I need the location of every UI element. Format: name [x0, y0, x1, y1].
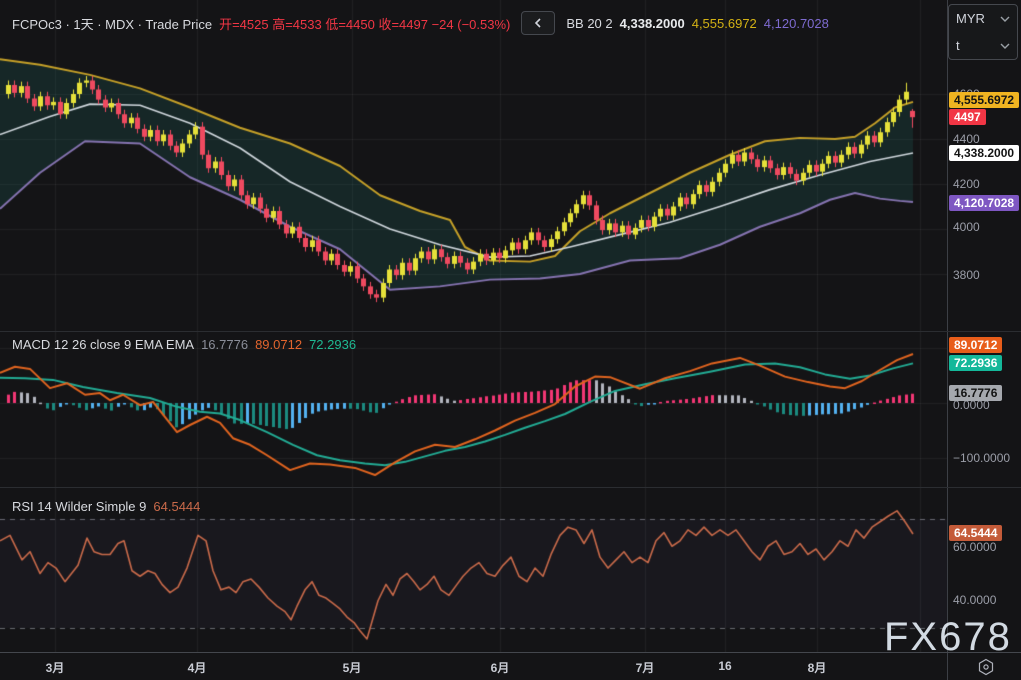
- price-scale[interactable]: 460044004200400038000.0000−100.000060.00…: [948, 0, 1021, 652]
- macd-legend-row: MACD 12 26 close 9 EMA EMA 16.7776 89.07…: [12, 337, 356, 352]
- bb-label: BB 20 2: [566, 16, 612, 31]
- chart-canvas[interactable]: [0, 0, 947, 652]
- time-axis-label: 5月: [343, 659, 362, 676]
- price-badge: 4,555.6972: [949, 92, 1019, 108]
- symbol-legend-row: FCPOc3 · 1天 · MDX · Trade Price 开=4525 高…: [12, 11, 829, 35]
- hexagon-dot-icon: [976, 657, 996, 677]
- chevron-down-icon: [1000, 43, 1010, 49]
- axis-tick: 4000: [953, 220, 980, 234]
- rsi-value: 64.5444: [153, 499, 200, 514]
- price-badge: 64.5444: [949, 525, 1002, 541]
- axis-tick: 40.0000: [953, 593, 996, 607]
- price-badge: 89.0712: [949, 337, 1002, 353]
- bb-basis-value: 4,338.2000: [620, 16, 685, 31]
- macd-line-value: 89.0712: [255, 337, 302, 352]
- currency-value: MYR: [956, 11, 985, 26]
- collapse-legend-button[interactable]: [521, 11, 555, 35]
- unit-dropdown[interactable]: t: [949, 32, 1017, 59]
- chevron-down-icon: [1000, 16, 1010, 22]
- price-badge: 72.2936: [949, 355, 1002, 371]
- time-axis-label: 6月: [491, 659, 510, 676]
- unit-selector: MYR t: [948, 4, 1018, 60]
- chevron-left-icon: [534, 18, 542, 28]
- macd-signal-value: 72.2936: [309, 337, 356, 352]
- unit-value: t: [956, 38, 960, 53]
- macd-hist-value: 16.7776: [201, 337, 248, 352]
- bb-upper-value: 4,555.6972: [692, 16, 757, 31]
- currency-dropdown[interactable]: MYR: [949, 5, 1017, 32]
- price-badge: 16.7776: [949, 385, 1002, 401]
- rsi-legend-row: RSI 14 Wilder Simple 9 64.5444: [12, 499, 200, 514]
- trading-chart-app: FCPOc3 · 1天 · MDX · Trade Price 开=4525 高…: [0, 0, 1021, 680]
- macd-label: MACD 12 26 close 9 EMA EMA: [12, 337, 194, 352]
- pane-divider-rsi[interactable]: [0, 487, 1021, 488]
- time-axis-label: 8月: [808, 659, 827, 676]
- time-axis-label: 7月: [636, 659, 655, 676]
- axis-settings-button[interactable]: [975, 657, 997, 677]
- axis-tick: −100.0000: [953, 451, 1010, 465]
- time-axis[interactable]: 3月 4月 5月 6月 7月 16 8月: [0, 653, 1021, 680]
- rsi-label: RSI 14 Wilder Simple 9: [12, 499, 146, 514]
- bb-lower-value: 4,120.7028: [764, 16, 829, 31]
- time-axis-label: 16: [718, 659, 731, 673]
- symbol-title: FCPOc3 · 1天 · MDX · Trade Price: [12, 14, 212, 33]
- time-axis-label: 4月: [188, 659, 207, 676]
- axis-tick: 4200: [953, 177, 980, 191]
- axis-tick: 60.0000: [953, 540, 996, 554]
- time-axis-label: 3月: [46, 659, 65, 676]
- price-badge: 4,338.2000: [949, 145, 1019, 161]
- ohlc-values: 开=4525 高=4533 低=4450 收=4497 −24 (−0.53%): [219, 14, 510, 33]
- axis-tick: 3800: [953, 268, 980, 282]
- pane-divider-macd[interactable]: [0, 331, 1021, 332]
- price-badge: 4497: [949, 109, 986, 125]
- price-badge: 4,120.7028: [949, 195, 1019, 211]
- axis-tick: 4400: [953, 132, 980, 146]
